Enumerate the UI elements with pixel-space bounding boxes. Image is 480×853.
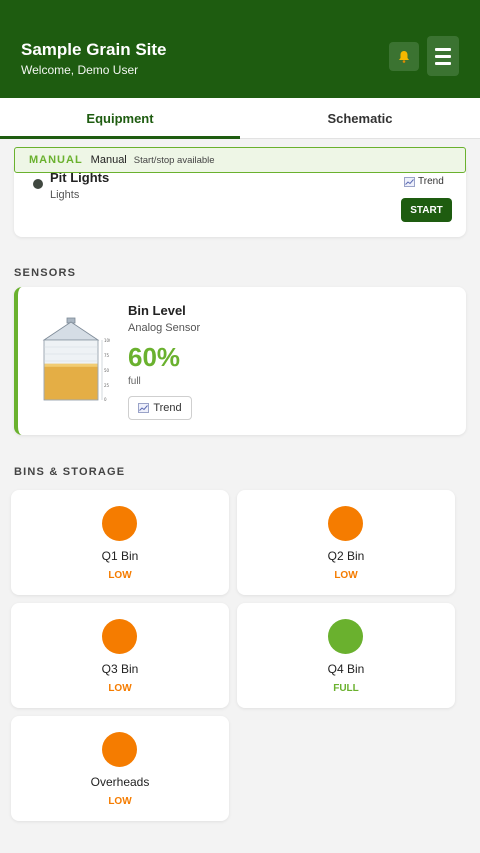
bin-status: LOW	[108, 570, 132, 581]
bin-card-q1[interactable]: Q1 Bin LOW	[11, 490, 229, 595]
menu-button[interactable]	[427, 36, 459, 76]
grain-fill-level	[44, 363, 98, 400]
hamburger-menu-icon	[435, 47, 451, 51]
bin-name: Q1 Bin	[101, 549, 139, 563]
bin-card-q3[interactable]: Q3 Bin LOW	[11, 603, 229, 708]
manual-mode-label: Manual	[90, 154, 127, 166]
tab-equipment[interactable]: Equipment	[0, 98, 240, 139]
bins-section-heading: BINS & STORAGE	[14, 466, 126, 478]
bin-scale-label: 100	[104, 338, 110, 343]
manual-mode-tag: MANUAL	[29, 154, 83, 166]
equipment-status-dot	[33, 179, 43, 189]
app-header: Sample Grain Site Welcome, Demo User	[0, 0, 480, 98]
bin-name: Overheads	[90, 775, 150, 789]
bin-status-dot	[102, 619, 137, 654]
bin-name: Q4 Bin	[327, 662, 365, 676]
bin-scale-label: 75	[104, 353, 110, 358]
bin-card-q2[interactable]: Q2 Bin LOW	[237, 490, 455, 595]
tab-schematic[interactable]: Schematic	[240, 98, 480, 138]
equipment-type: Lights	[50, 189, 80, 201]
bin-status: FULL	[333, 683, 359, 694]
equipment-trend-label: Trend	[418, 176, 444, 187]
sensor-trend-button[interactable]: Trend	[128, 396, 192, 420]
bin-card-overheads[interactable]: Overheads LOW	[11, 716, 229, 821]
sensor-trend-label: Trend	[153, 402, 182, 414]
start-button[interactable]: START	[401, 198, 452, 222]
manual-mode-banner: MANUAL Manual Start/stop available	[14, 147, 466, 173]
bin-name: Q2 Bin	[327, 549, 365, 563]
grain-bin-illustration: 100 75 50 25 0	[42, 317, 110, 402]
notifications-button[interactable]	[389, 42, 419, 71]
bin-status-dot	[328, 619, 363, 654]
trend-chart-icon	[404, 176, 415, 187]
tab-bar: Equipment Schematic	[0, 98, 480, 139]
sensor-name: Bin Level	[128, 303, 186, 318]
trend-chart-icon	[138, 403, 150, 413]
bin-name: Q3 Bin	[101, 662, 139, 676]
bin-status: LOW	[334, 570, 358, 581]
sensor-value: 60%	[128, 342, 181, 372]
bin-status-dot	[328, 506, 363, 541]
sensors-section-heading: SENSORS	[14, 267, 77, 279]
bin-scale-label: 0	[104, 397, 107, 402]
bin-status-dot	[102, 506, 137, 541]
bin-scale-label: 50	[104, 368, 110, 373]
bin-level-sensor-card[interactable]: 100 75 50 25 0 Bin Level Analog Sensor 6…	[14, 287, 466, 435]
bin-status: LOW	[108, 683, 132, 694]
manual-mode-description: Start/stop available	[133, 154, 215, 166]
hamburger-menu-icon-bar	[435, 61, 451, 65]
equipment-trend-button[interactable]: Trend	[404, 176, 444, 187]
hamburger-menu-icon-bar	[435, 54, 451, 58]
sensor-unit: full	[128, 376, 141, 387]
bin-status: LOW	[108, 796, 132, 807]
site-title: Sample Grain Site	[21, 40, 167, 59]
bell-icon	[399, 51, 409, 63]
sensor-type: Analog Sensor	[128, 322, 201, 334]
bin-scale-label: 25	[104, 383, 110, 388]
bin-status-dot	[102, 732, 137, 767]
bin-card-q4[interactable]: Q4 Bin FULL	[237, 603, 455, 708]
welcome-message: Welcome, Demo User	[21, 63, 139, 77]
